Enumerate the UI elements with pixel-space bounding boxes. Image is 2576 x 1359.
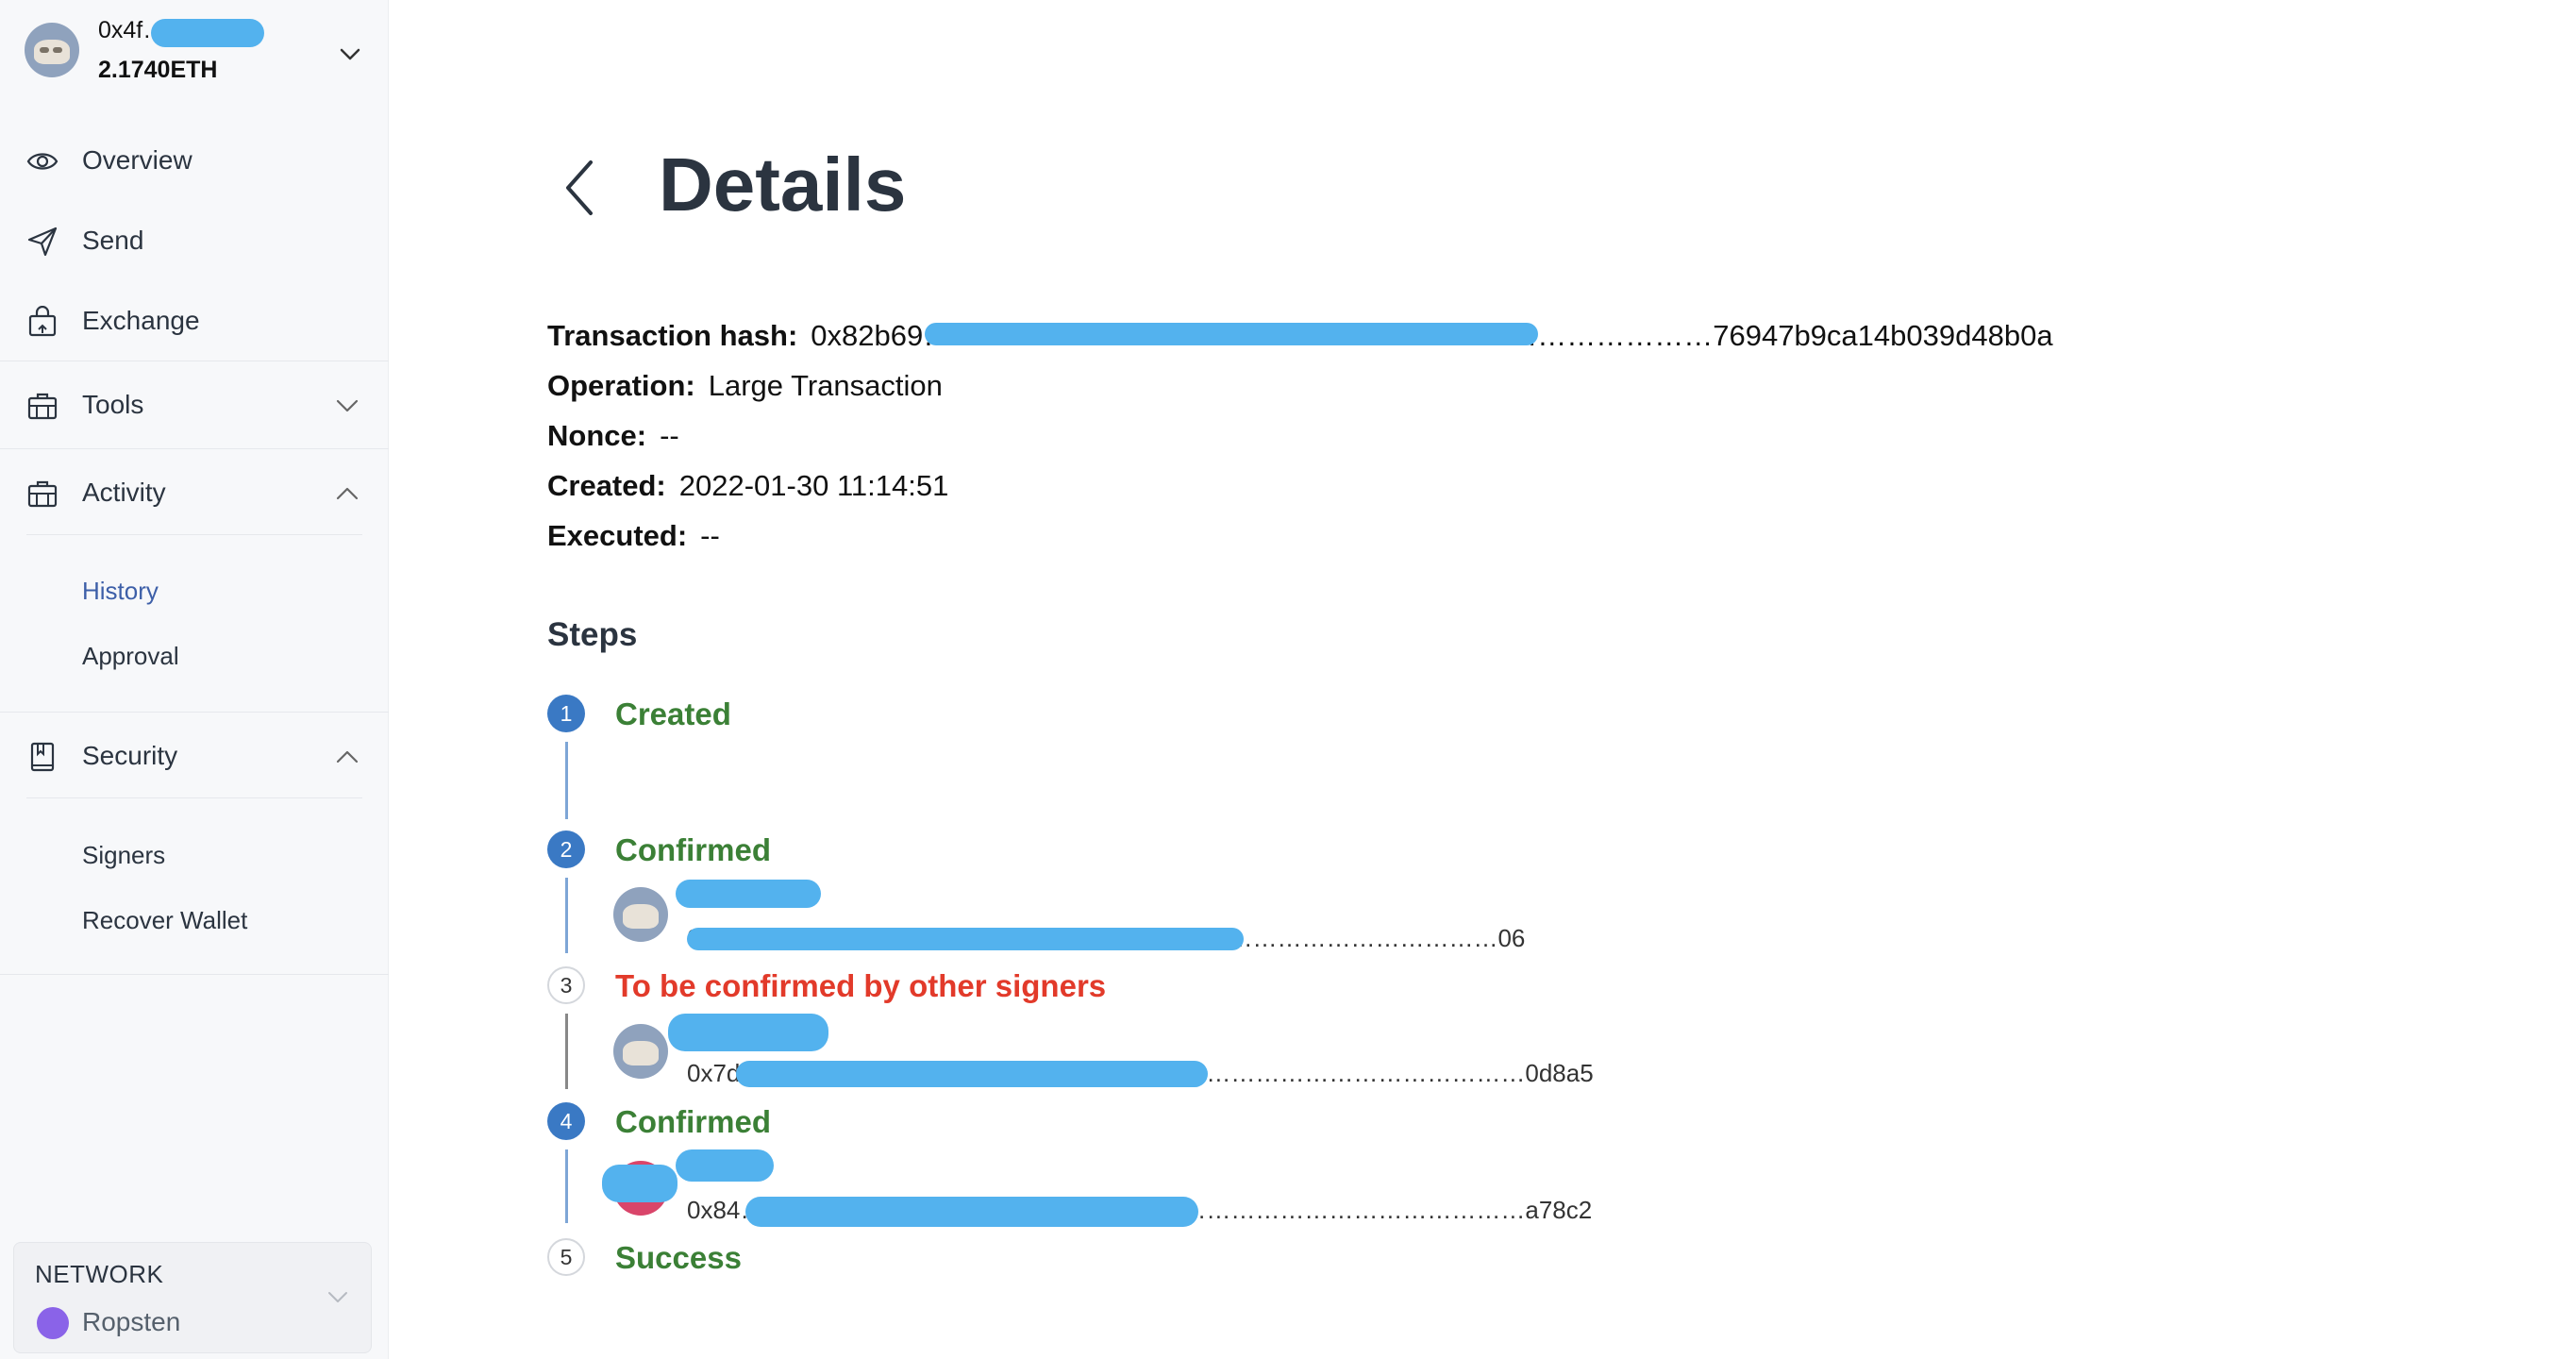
nav-approval[interactable]: Approval [82,642,179,671]
divider [0,974,389,975]
executed-value: -- [700,519,720,552]
created-value: 2022-01-30 11:14:51 [678,469,949,502]
chevron-up-icon [336,487,359,500]
step-label: Created [615,696,731,731]
nav-activity[interactable]: Activity [0,464,389,521]
network-status-dot [37,1307,69,1339]
nav-overview[interactable]: Overview [0,132,389,189]
operation-row: Operation: Large Transaction [547,369,943,403]
divider [26,797,362,798]
nav-activity-label: Activity [82,478,166,507]
account-switcher[interactable]: 0x4f………7… 2.1740ETH [25,15,374,100]
account-avatar [25,23,79,77]
step-number: 4 [547,1102,585,1140]
chevron-down-icon [328,1292,347,1302]
step-connector [565,878,568,953]
nav-history[interactable]: History [82,577,159,606]
nav-overview-label: Overview [82,145,192,175]
nav-tools-label: Tools [82,390,144,419]
network-name: Ropsten [82,1307,181,1336]
nav-security[interactable]: Security [0,728,389,784]
chevron-up-icon [336,750,359,763]
book-icon [30,742,55,772]
redaction-mark [602,1165,677,1202]
operation-value: Large Transaction [708,369,943,402]
network-label: NETWORK [35,1260,164,1288]
step-connector [565,1149,568,1223]
step-number: 5 [547,1238,585,1276]
page-title: Details [659,143,907,226]
executed-label: Executed: [547,519,688,552]
nonce-label: Nonce: [547,419,647,452]
briefcase-icon [27,480,58,508]
redaction-mark [745,1197,1198,1227]
created-row: Created: 2022-01-30 11:14:51 [547,469,948,503]
nav-send[interactable]: Send [0,212,389,269]
nonce-row: Nonce: -- [547,419,679,453]
signer-avatar [613,887,668,942]
nav-recover-wallet[interactable]: Recover Wallet [82,906,247,935]
divider [26,534,362,535]
step-label: Confirmed [615,1104,771,1139]
nav-signers[interactable]: Signers [82,841,165,870]
nav-exchange[interactable]: Exchange [0,293,389,349]
nav-exchange-label: Exchange [82,306,200,335]
step-label: Success [615,1240,742,1275]
chevron-left-icon[interactable] [553,155,610,221]
nav-tools[interactable]: Tools [0,377,389,433]
step-label: Confirmed [615,832,771,867]
signer-avatar [613,1024,668,1079]
nonce-value: -- [660,419,679,452]
executed-row: Executed: -- [547,519,720,553]
redaction-mark [668,1014,828,1051]
divider [0,712,389,713]
redaction-mark [687,928,1244,950]
step-number: 1 [547,695,585,732]
step-connector [565,1014,568,1089]
divider [0,448,389,449]
chevron-down-icon [336,399,359,412]
send-arrow-icon [27,226,58,257]
redaction-mark [676,880,821,908]
nav-send-label: Send [82,226,144,255]
step-number: 2 [547,830,585,868]
eye-icon [26,153,59,170]
step-number: 3 [547,966,585,1004]
network-selector[interactable]: NETWORK Ropsten [13,1242,372,1353]
bag-icon [28,306,57,337]
step-connector [565,742,568,819]
toolbox-icon [27,393,58,420]
transaction-hash-label: Transaction hash: [547,319,798,352]
nav-security-label: Security [82,741,178,770]
created-label: Created: [547,469,666,502]
step-label: To be confirmed by other signers [615,968,1107,1003]
steps-title: Steps [547,616,638,653]
chevron-down-icon[interactable] [336,40,364,68]
redaction-mark [925,323,1538,345]
operation-label: Operation: [547,369,695,402]
account-balance: 2.1740ETH [98,57,218,83]
redaction-mark [736,1061,1208,1087]
redaction-mark [676,1149,774,1182]
sidebar: 0x4f………7… 2.1740ETH Overview Send Exchan… [0,0,389,1359]
redaction-mark [151,19,264,47]
